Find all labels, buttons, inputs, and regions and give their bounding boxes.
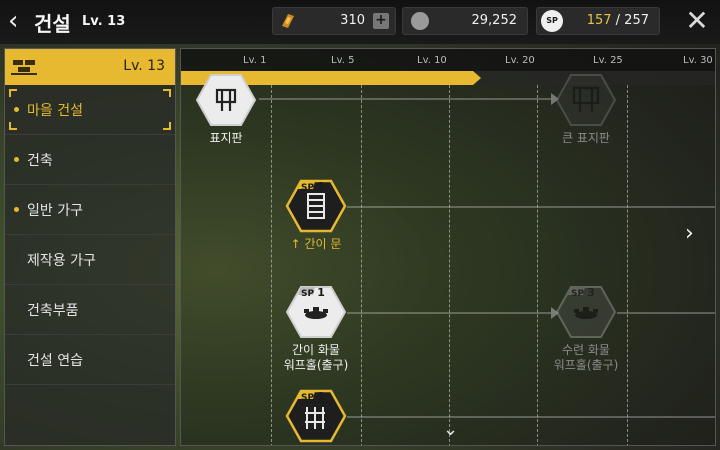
plus-icon[interactable]: + <box>373 13 389 29</box>
node-label: ↑ 간이 문 <box>261 237 371 252</box>
unlock-path <box>617 312 715 314</box>
sp-cost: 3 <box>587 286 595 299</box>
tick-label: Lv. 1 <box>243 55 267 66</box>
gold-ticket-counter: 310 + <box>272 7 396 35</box>
selection-corner <box>163 122 171 130</box>
node-label: 수련 화물 워프홀(출구) <box>553 343 619 372</box>
sp-tag-label: SP <box>301 393 315 403</box>
chevron-down-icon[interactable]: ⌄ <box>443 419 458 440</box>
gold-ticket-icon <box>282 14 294 28</box>
sp-cost-tag: SP 3 <box>571 286 595 299</box>
build-node-simple-door[interactable]: SP 1 <box>285 179 347 233</box>
tick-label: Lv. 20 <box>505 55 535 66</box>
tick-label: Lv. 30 <box>683 55 713 66</box>
sp-tag-label: SP <box>301 289 315 299</box>
sidebar-item-label: 건설 연습 <box>27 353 83 369</box>
silver-coin-icon <box>411 12 429 30</box>
sidebar-item-crafting-furniture[interactable]: 제작용 가구 <box>5 235 175 285</box>
sidebar-header: Lv. 13 <box>5 49 175 85</box>
selection-corner <box>9 122 17 130</box>
level-progress-tip <box>473 71 481 85</box>
sidebar-item-building-parts[interactable]: 건축부품 <box>5 285 175 335</box>
sidebar-item-general-furniture[interactable]: 일반 가구 <box>5 185 175 235</box>
build-node-big-sign[interactable] <box>555 73 617 127</box>
page-level: Lv. 13 <box>82 14 126 29</box>
unlock-path <box>347 312 551 314</box>
tick-label: Lv. 25 <box>593 55 623 66</box>
page-title: 건설 <box>34 12 71 36</box>
new-dot <box>14 157 19 162</box>
node-label-text: 간이 문 <box>304 237 342 251</box>
new-dot <box>14 207 19 212</box>
sidebar-item-village-build[interactable]: 마을 건설 <box>5 85 175 135</box>
unlock-path <box>259 98 551 100</box>
tick-label: Lv. 5 <box>331 55 355 66</box>
sidebar-item-label: 마을 건설 <box>27 103 83 119</box>
selection-corner <box>9 89 17 97</box>
sp-max: 257 <box>624 13 649 28</box>
sp-counter: SP 157 / 257 <box>536 7 660 35</box>
gold-ticket-value: 310 <box>340 13 365 28</box>
sp-cost: 1 <box>317 390 325 403</box>
sp-value: 157 / 257 <box>587 13 649 28</box>
sidebar-level: Lv. 13 <box>123 58 165 74</box>
hex-frame <box>555 74 617 126</box>
level-gridline <box>361 85 362 445</box>
build-node-trained-warp[interactable]: SP 3 <box>555 285 617 339</box>
selection-corner <box>163 89 171 97</box>
level-ruler: Lv. 1 Lv. 5 Lv. 10 Lv. 20 Lv. 25 Lv. 30 <box>181 49 715 71</box>
sp-cost: 1 <box>317 180 325 193</box>
new-dot <box>14 107 19 112</box>
sidebar-item-label: 일반 가구 <box>27 203 83 219</box>
sp-icon: SP <box>541 10 563 32</box>
unlock-path <box>347 416 715 418</box>
sidebar-item-architecture[interactable]: 건축 <box>5 135 175 185</box>
close-icon[interactable]: ✕ <box>684 7 710 35</box>
unlock-path <box>347 206 715 208</box>
node-label: 표지판 <box>209 131 243 145</box>
hex-frame <box>195 74 257 126</box>
build-timeline[interactable]: Lv. 1 Lv. 5 Lv. 10 Lv. 20 Lv. 25 Lv. 30 … <box>180 48 716 446</box>
sp-tag-label: SP <box>571 289 585 299</box>
sp-cost-tag: SP 1 <box>301 390 325 403</box>
category-sidebar: Lv. 13 마을 건설 건축 일반 가구 제작용 가구 건축부품 건설 연습 <box>4 48 176 446</box>
level-gridline <box>449 85 450 445</box>
sp-tag-label: SP <box>301 183 315 193</box>
node-label: 큰 표지판 <box>562 131 610 145</box>
chevron-right-icon[interactable]: › <box>685 221 694 246</box>
brick-icon <box>11 60 37 75</box>
build-node-simple-warp[interactable]: SP 1 <box>285 285 347 339</box>
sidebar-item-label: 건축부품 <box>27 303 79 319</box>
sp-current: 157 <box>586 13 612 28</box>
tick-label: Lv. 10 <box>417 55 447 66</box>
sidebar-item-label: 건축 <box>27 153 53 169</box>
sp-separator: / <box>611 13 625 28</box>
silver-coin-counter: 29,252 <box>402 7 528 35</box>
build-node-sign[interactable] <box>195 73 257 127</box>
build-node-fence[interactable]: SP 1 <box>285 389 347 443</box>
sidebar-item-label: 제작용 가구 <box>27 253 96 269</box>
upgrade-arrow-icon: ↑ <box>290 237 301 251</box>
node-label: 간이 화물 워프홀(출구) <box>283 343 349 372</box>
top-bar: ‹ 건설 Lv. 13 310 + 29,252 SP 157 / 257 ✕ <box>0 0 720 44</box>
sidebar-item-build-practice[interactable]: 건설 연습 <box>5 335 175 385</box>
sp-cost: 1 <box>317 286 325 299</box>
chevron-left-icon[interactable]: ‹ <box>8 8 30 34</box>
sp-cost-tag: SP 1 <box>301 286 325 299</box>
silver-coin-value: 29,252 <box>471 13 518 28</box>
fence-icon <box>305 407 325 429</box>
sp-cost-tag: SP 1 <box>301 180 325 193</box>
